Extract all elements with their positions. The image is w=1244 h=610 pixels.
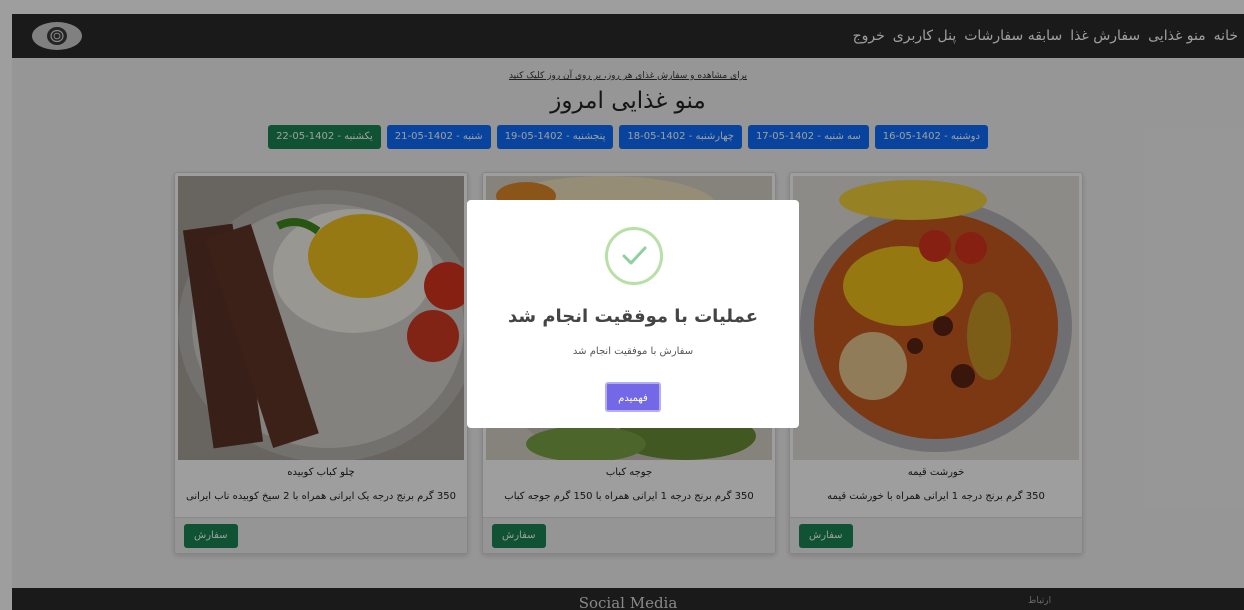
modal-title: عملیات با موفقیت انجام شد xyxy=(507,306,758,327)
success-check-icon xyxy=(605,227,663,285)
success-modal: عملیات با موفقیت انجام شد سفارش با موفقی… xyxy=(467,200,799,428)
checkmark-icon xyxy=(622,246,647,265)
modal-message: سفارش با موفقیت انجام شد xyxy=(572,346,694,357)
confirm-button[interactable]: فهمیدم xyxy=(605,382,661,412)
